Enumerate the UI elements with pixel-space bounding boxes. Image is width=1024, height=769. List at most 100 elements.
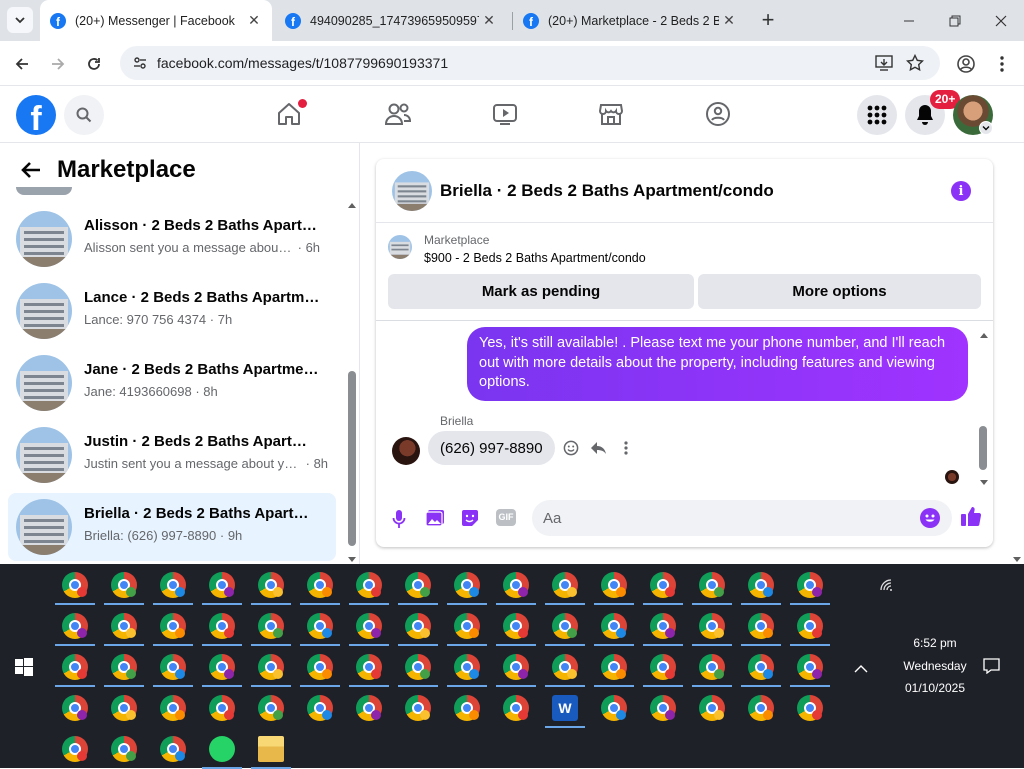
chrome-app-icon[interactable] (258, 613, 284, 639)
chrome-app-icon[interactable] (454, 572, 480, 598)
chrome-app-icon[interactable] (503, 572, 529, 598)
close-window-button[interactable] (978, 0, 1024, 41)
back-button[interactable] (20, 160, 42, 185)
message-input[interactable]: Aa (532, 500, 952, 536)
whatsapp-app-icon[interactable] (209, 736, 235, 762)
reply-icon[interactable] (590, 440, 608, 461)
chrome-app-icon[interactable] (748, 695, 774, 721)
minimize-button[interactable] (886, 0, 932, 41)
chrome-app-icon[interactable] (209, 613, 235, 639)
chrome-app-icon[interactable] (405, 613, 431, 639)
chrome-app-icon[interactable] (258, 695, 284, 721)
chrome-app-icon[interactable] (356, 654, 382, 680)
show-hidden-icons-chevron-up-icon[interactable] (854, 660, 868, 678)
chrome-app-icon[interactable] (405, 572, 431, 598)
scroll-up-arrow-icon[interactable] (979, 326, 989, 344)
profile-button[interactable] (952, 50, 980, 78)
file-explorer-icon[interactable] (258, 736, 284, 762)
chrome-app-icon[interactable] (62, 736, 88, 762)
conversation-item[interactable]: Justin · 2 Beds 2 Baths Apartment/condo … (8, 421, 336, 489)
scroll-up-arrow-icon[interactable] (347, 196, 357, 208)
chrome-app-icon[interactable] (356, 695, 382, 721)
chrome-app-icon[interactable] (699, 695, 725, 721)
chrome-app-icon[interactable] (160, 736, 186, 762)
react-icon[interactable] (563, 440, 579, 461)
chrome-app-icon[interactable] (160, 613, 186, 639)
chrome-app-icon[interactable] (650, 613, 676, 639)
chrome-app-icon[interactable] (307, 613, 333, 639)
nav-video[interactable] (492, 102, 518, 131)
chrome-app-icon[interactable] (62, 613, 88, 639)
scroll-down-arrow-icon[interactable] (347, 551, 357, 562)
chrome-app-icon[interactable] (454, 613, 480, 639)
photo-icon[interactable] (425, 509, 445, 532)
chrome-app-icon[interactable] (748, 654, 774, 680)
close-tab-icon[interactable]: ✕ (719, 12, 739, 29)
conversation-item-selected[interactable]: Briella · 2 Beds 2 Baths Apartment/condo… (8, 493, 336, 561)
chrome-app-icon[interactable] (699, 613, 725, 639)
chrome-app-icon[interactable] (601, 613, 627, 639)
gif-icon[interactable]: GIF (496, 509, 516, 526)
account-dropdown-button[interactable] (979, 121, 993, 135)
listing-avatar[interactable] (392, 171, 432, 211)
chrome-app-icon[interactable] (797, 572, 823, 598)
scroll-down-arrow-icon[interactable] (979, 474, 989, 492)
incoming-message[interactable]: (626) 997-8890 (428, 431, 555, 465)
chrome-app-icon[interactable] (503, 613, 529, 639)
chrome-app-icon[interactable] (307, 572, 333, 598)
outgoing-message[interactable]: Yes, it's still available! . Please text… (467, 327, 968, 401)
nav-home[interactable] (276, 99, 307, 129)
tab-search-button[interactable] (7, 7, 33, 33)
chrome-app-icon[interactable] (503, 654, 529, 680)
chrome-app-icon[interactable] (650, 572, 676, 598)
chrome-app-icon[interactable] (111, 613, 137, 639)
chrome-app-icon[interactable] (62, 572, 88, 598)
clock-time[interactable]: 6:52 pm (880, 636, 990, 650)
install-app-icon[interactable] (875, 55, 893, 71)
restore-button[interactable] (932, 0, 978, 41)
forward-button[interactable] (44, 50, 72, 78)
like-thumb-icon[interactable] (960, 505, 982, 532)
facebook-logo[interactable]: f (16, 95, 56, 135)
nav-groups[interactable] (705, 101, 731, 132)
chrome-app-icon[interactable] (307, 695, 333, 721)
chrome-app-icon[interactable] (699, 572, 725, 598)
clock-date[interactable]: 01/10/2025 (880, 681, 990, 695)
close-tab-icon[interactable]: ✕ (479, 12, 499, 29)
browser-menu-button[interactable] (988, 50, 1016, 78)
sender-avatar[interactable] (392, 437, 420, 465)
info-icon[interactable]: i (951, 181, 971, 201)
nav-marketplace[interactable] (598, 102, 624, 131)
chrome-app-icon[interactable] (111, 736, 137, 762)
bookmark-star-icon[interactable] (906, 54, 924, 72)
chrome-app-icon[interactable] (405, 654, 431, 680)
back-button[interactable] (8, 50, 36, 78)
chrome-app-icon[interactable] (209, 572, 235, 598)
conversation-item[interactable]: Alisson · 2 Beds 2 Baths Apartment/condo… (8, 205, 336, 273)
listing-thumbnail[interactable] (388, 235, 412, 259)
conversation-item[interactable]: Lance · 2 Beds 2 Baths Apartment/condo L… (8, 277, 336, 345)
chrome-app-icon[interactable] (356, 572, 382, 598)
new-tab-button[interactable]: + (755, 6, 781, 34)
action-center-icon[interactable] (983, 658, 1000, 679)
chrome-app-icon[interactable] (356, 613, 382, 639)
chrome-app-icon[interactable] (552, 613, 578, 639)
chrome-app-icon[interactable] (111, 572, 137, 598)
chrome-app-icon[interactable] (62, 695, 88, 721)
chrome-app-icon[interactable] (307, 654, 333, 680)
chrome-app-icon[interactable] (601, 654, 627, 680)
reload-button[interactable] (80, 50, 108, 78)
thread-scrollbar-thumb[interactable] (979, 426, 987, 470)
site-settings-icon[interactable] (132, 55, 148, 71)
microphone-icon[interactable] (392, 509, 406, 534)
chrome-app-icon[interactable] (160, 572, 186, 598)
menu-button[interactable] (857, 95, 897, 135)
chrome-app-icon[interactable] (454, 695, 480, 721)
chrome-app-icon[interactable] (111, 654, 137, 680)
sticker-icon[interactable] (460, 508, 480, 533)
chrome-app-icon[interactable] (552, 654, 578, 680)
chrome-app-icon[interactable] (454, 654, 480, 680)
chrome-app-icon[interactable] (650, 654, 676, 680)
chrome-app-icon[interactable] (209, 654, 235, 680)
nav-friends[interactable] (384, 101, 412, 132)
